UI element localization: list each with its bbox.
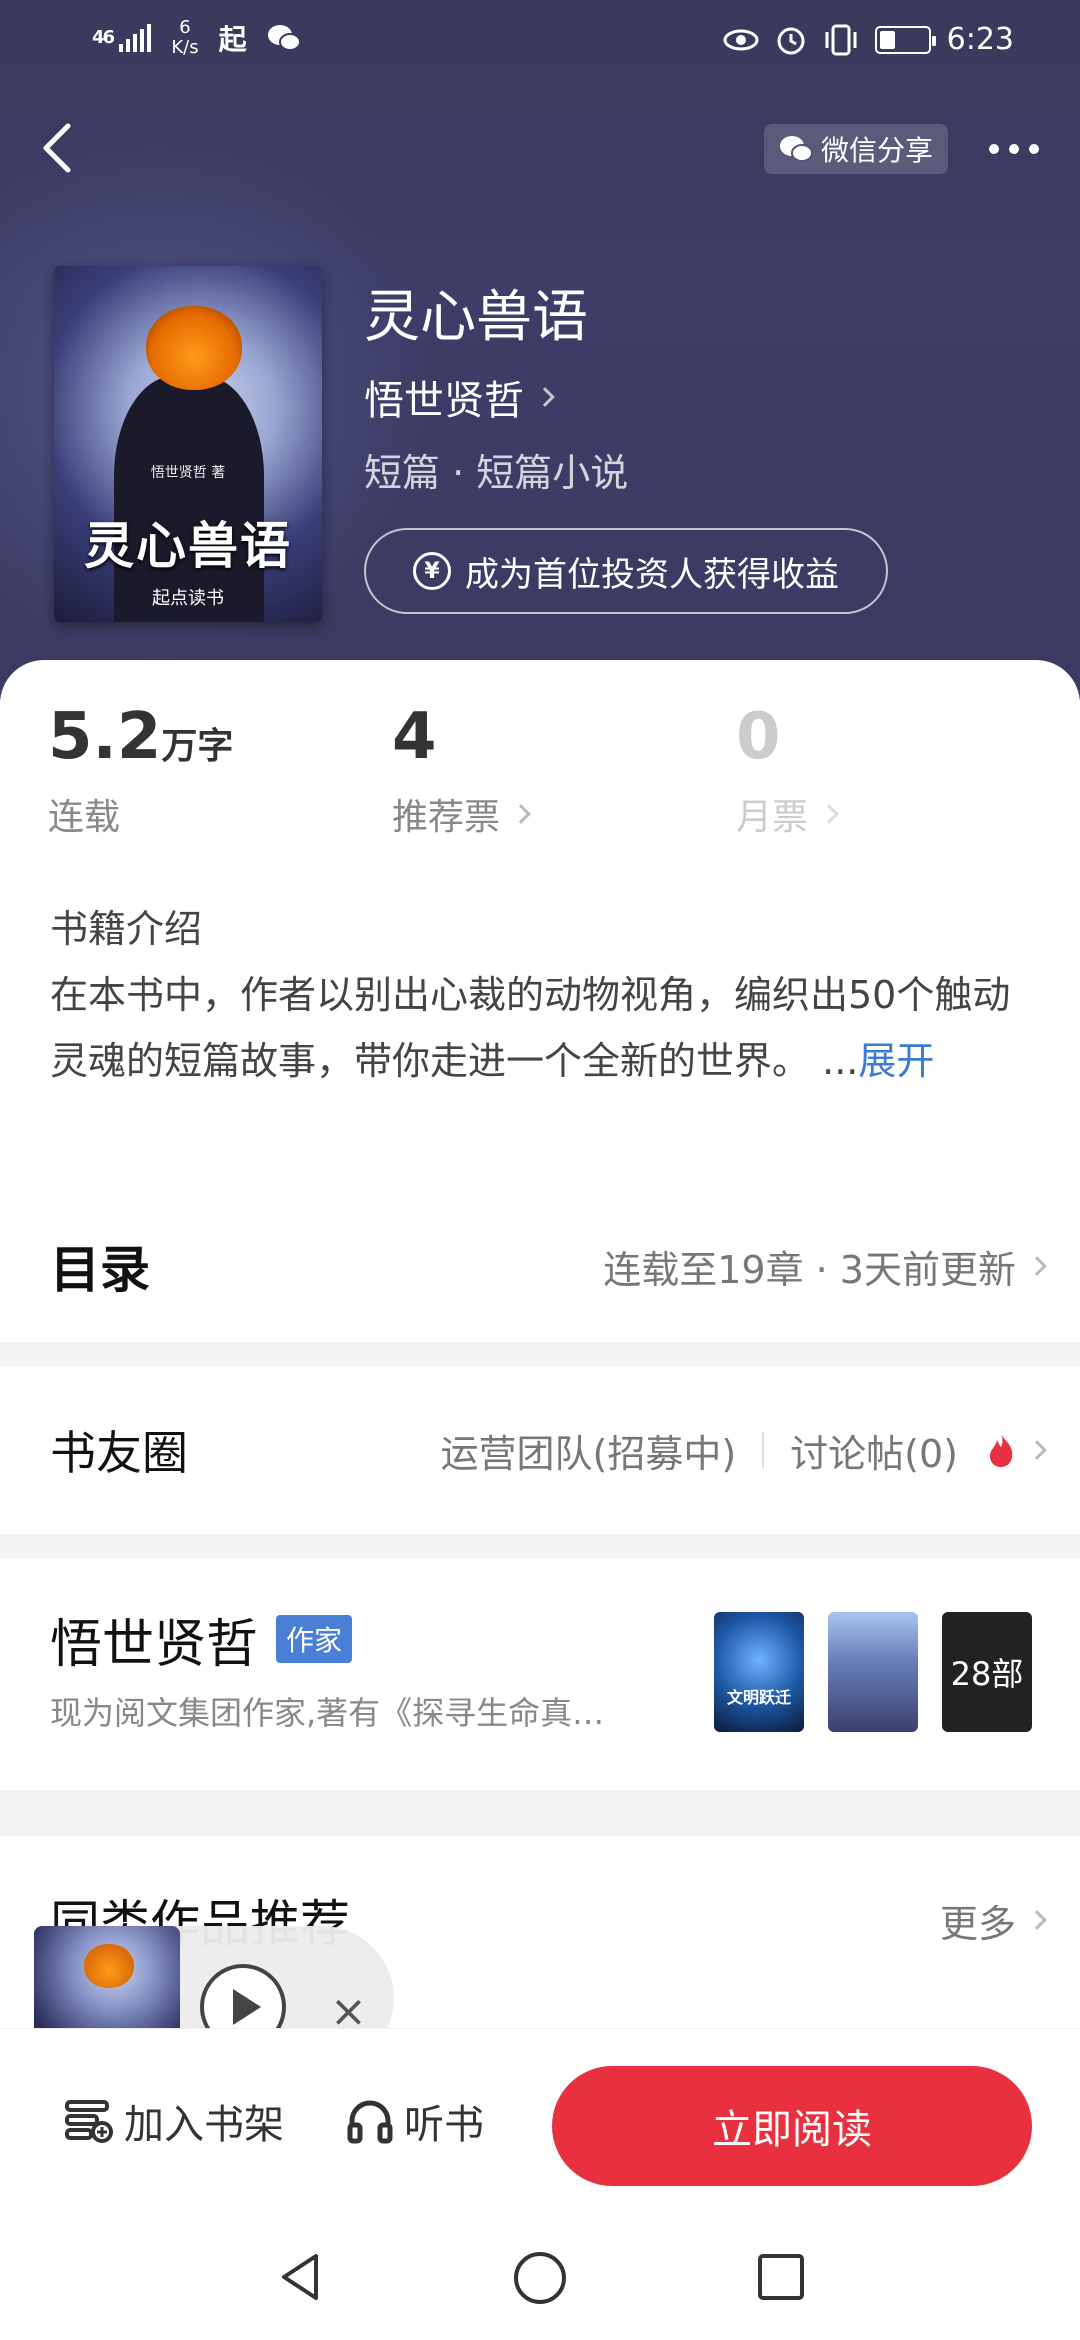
works-count: 28部: [950, 1655, 1024, 1693]
signal-bars-icon: [119, 24, 152, 52]
circle-title: 书友圈: [50, 1426, 188, 1480]
more-options-button[interactable]: [974, 126, 1054, 172]
section-divider: [0, 1342, 1080, 1366]
speed-unit: K/s: [171, 37, 199, 58]
separator: [762, 1432, 765, 1468]
share-label: 微信分享: [820, 134, 933, 167]
author-section-name: 悟世贤哲: [50, 1614, 259, 1675]
monthly-votes-value: 0: [736, 700, 781, 774]
signal-icon: 46: [92, 24, 152, 52]
clock: 6:23: [946, 22, 1014, 57]
toc-row[interactable]: 目录 连载至19章 · 3天前更新: [0, 1218, 1080, 1314]
intro-ellipsis: ...: [822, 1039, 859, 1083]
listen-label: 听书: [404, 2102, 484, 2148]
chevron-right-icon: [535, 387, 555, 407]
toc-status: 连载至19章 · 3天前更新: [603, 1247, 1016, 1292]
status-bar: 46 6 K/s 起 6:23: [0, 0, 1080, 84]
dot-icon: [1009, 144, 1019, 154]
dot-icon: [1029, 144, 1039, 154]
yen-icon: ¥: [413, 552, 451, 590]
more-link[interactable]: 更多: [939, 1893, 1047, 1948]
author-section[interactable]: 悟世贤哲 作家: [0, 1604, 1080, 1675]
bookshelf-add-icon: [65, 2100, 113, 2143]
intro-heading: 书籍介绍: [50, 907, 203, 951]
speed-value: 6: [179, 17, 191, 38]
author-link[interactable]: 悟世贤哲: [364, 368, 555, 426]
cover-author: 悟世贤哲 著: [150, 465, 226, 481]
vibrate-icon: [825, 24, 857, 55]
author-tag: 作家: [276, 1615, 353, 1663]
author-work-thumbnail[interactable]: [828, 1612, 918, 1732]
wechat-icon: [779, 136, 813, 162]
eye-comfort-icon: [723, 29, 759, 50]
chevron-right-icon: [1027, 1910, 1047, 1930]
network-speed: 6 K/s: [171, 18, 198, 58]
serial-status: 连载: [48, 797, 121, 838]
word-count-stat: 5.2万字 连载: [48, 700, 233, 840]
recommend-votes-value: 4: [392, 700, 437, 774]
fire-icon: [990, 1433, 1013, 1467]
dot-icon: [989, 144, 999, 154]
nav-home-icon[interactable]: [512, 2250, 568, 2306]
toc-title: 目录: [50, 1241, 150, 1299]
chevron-right-icon: [819, 804, 839, 824]
alarm-icon: [777, 27, 805, 54]
book-circle-row[interactable]: 书友圈 运营团队(招募中) 讨论帖(0): [0, 1402, 1080, 1498]
thumb-title: 文明跃迁: [726, 1688, 791, 1707]
back-button[interactable]: [28, 118, 88, 178]
book-category: 短篇 · 短篇小说: [364, 451, 629, 495]
section-divider: [0, 1790, 1080, 1836]
author-work-thumbnail[interactable]: 文明跃迁: [714, 1612, 804, 1732]
author-name: 悟世贤哲: [364, 378, 524, 424]
book-cover[interactable]: 悟世贤哲 著 灵心兽语 起点读书: [54, 266, 322, 622]
back-arrow-icon: [43, 123, 71, 173]
author-description: 现为阅文集团作家,著有《探寻生命真…: [50, 1694, 605, 1732]
cover-publisher: 起点读书: [152, 588, 224, 609]
qidian-app-icon: 起: [218, 23, 247, 56]
read-label: 立即阅读: [712, 2107, 872, 2153]
nav-back-icon[interactable]: [276, 2250, 326, 2304]
posts-label: 讨论帖(0): [790, 1431, 958, 1476]
section-divider: [0, 1534, 1080, 1558]
ops-team-label: 运营团队(招募中): [440, 1431, 737, 1476]
book-intro: 书籍介绍 在本书中，作者以别出心裁的动物视角，编织出50个触动灵魂的短篇故事，带…: [50, 896, 1030, 1094]
word-count-unit: 万字: [161, 726, 234, 767]
chevron-right-icon: [511, 804, 531, 824]
read-now-button[interactable]: 立即阅读: [552, 2066, 1032, 2186]
more-label: 更多: [939, 1901, 1016, 1946]
invest-label: 成为首位投资人获得收益: [465, 554, 839, 595]
book-title: 灵心兽语: [364, 285, 588, 350]
cover-title: 灵心兽语: [84, 517, 292, 575]
battery-icon: [874, 25, 936, 54]
pumpkin-head-icon: [84, 1944, 134, 1988]
signal-label: 46: [92, 27, 115, 48]
chevron-right-icon: [1027, 1256, 1047, 1276]
expand-link[interactable]: 展开: [858, 1039, 934, 1083]
wechat-icon: [267, 25, 301, 51]
system-nav-bar: [0, 2228, 1080, 2340]
wechat-share-button[interactable]: 微信分享: [764, 124, 948, 174]
shelf-label: 加入书架: [124, 2102, 284, 2148]
headphones-icon: [347, 2100, 393, 2144]
listen-button[interactable]: 听书: [346, 2092, 484, 2150]
chevron-right-icon: [1027, 1440, 1047, 1460]
author-works-count[interactable]: 28部: [942, 1612, 1032, 1732]
circle-info: 运营团队(招募中) 讨论帖(0): [440, 1423, 1047, 1478]
stats-row: 5.2万字 连载 4 推荐票 0 月票: [0, 700, 1080, 850]
recommend-votes-label: 推荐票: [392, 797, 501, 838]
add-to-shelf-button[interactable]: 加入书架: [64, 2092, 284, 2150]
invest-button[interactable]: ¥ 成为首位投资人获得收益: [364, 528, 888, 614]
pumpkin-head-icon: [146, 306, 242, 390]
recommend-votes-stat[interactable]: 4 推荐票: [392, 700, 531, 840]
monthly-votes-stat[interactable]: 0 月票: [736, 700, 839, 840]
toc-status-wrap: 连载至19章 · 3天前更新: [603, 1239, 1047, 1294]
word-count-value: 5.2: [48, 700, 162, 774]
nav-recents-icon[interactable]: [756, 2252, 806, 2302]
monthly-votes-label: 月票: [736, 797, 809, 838]
